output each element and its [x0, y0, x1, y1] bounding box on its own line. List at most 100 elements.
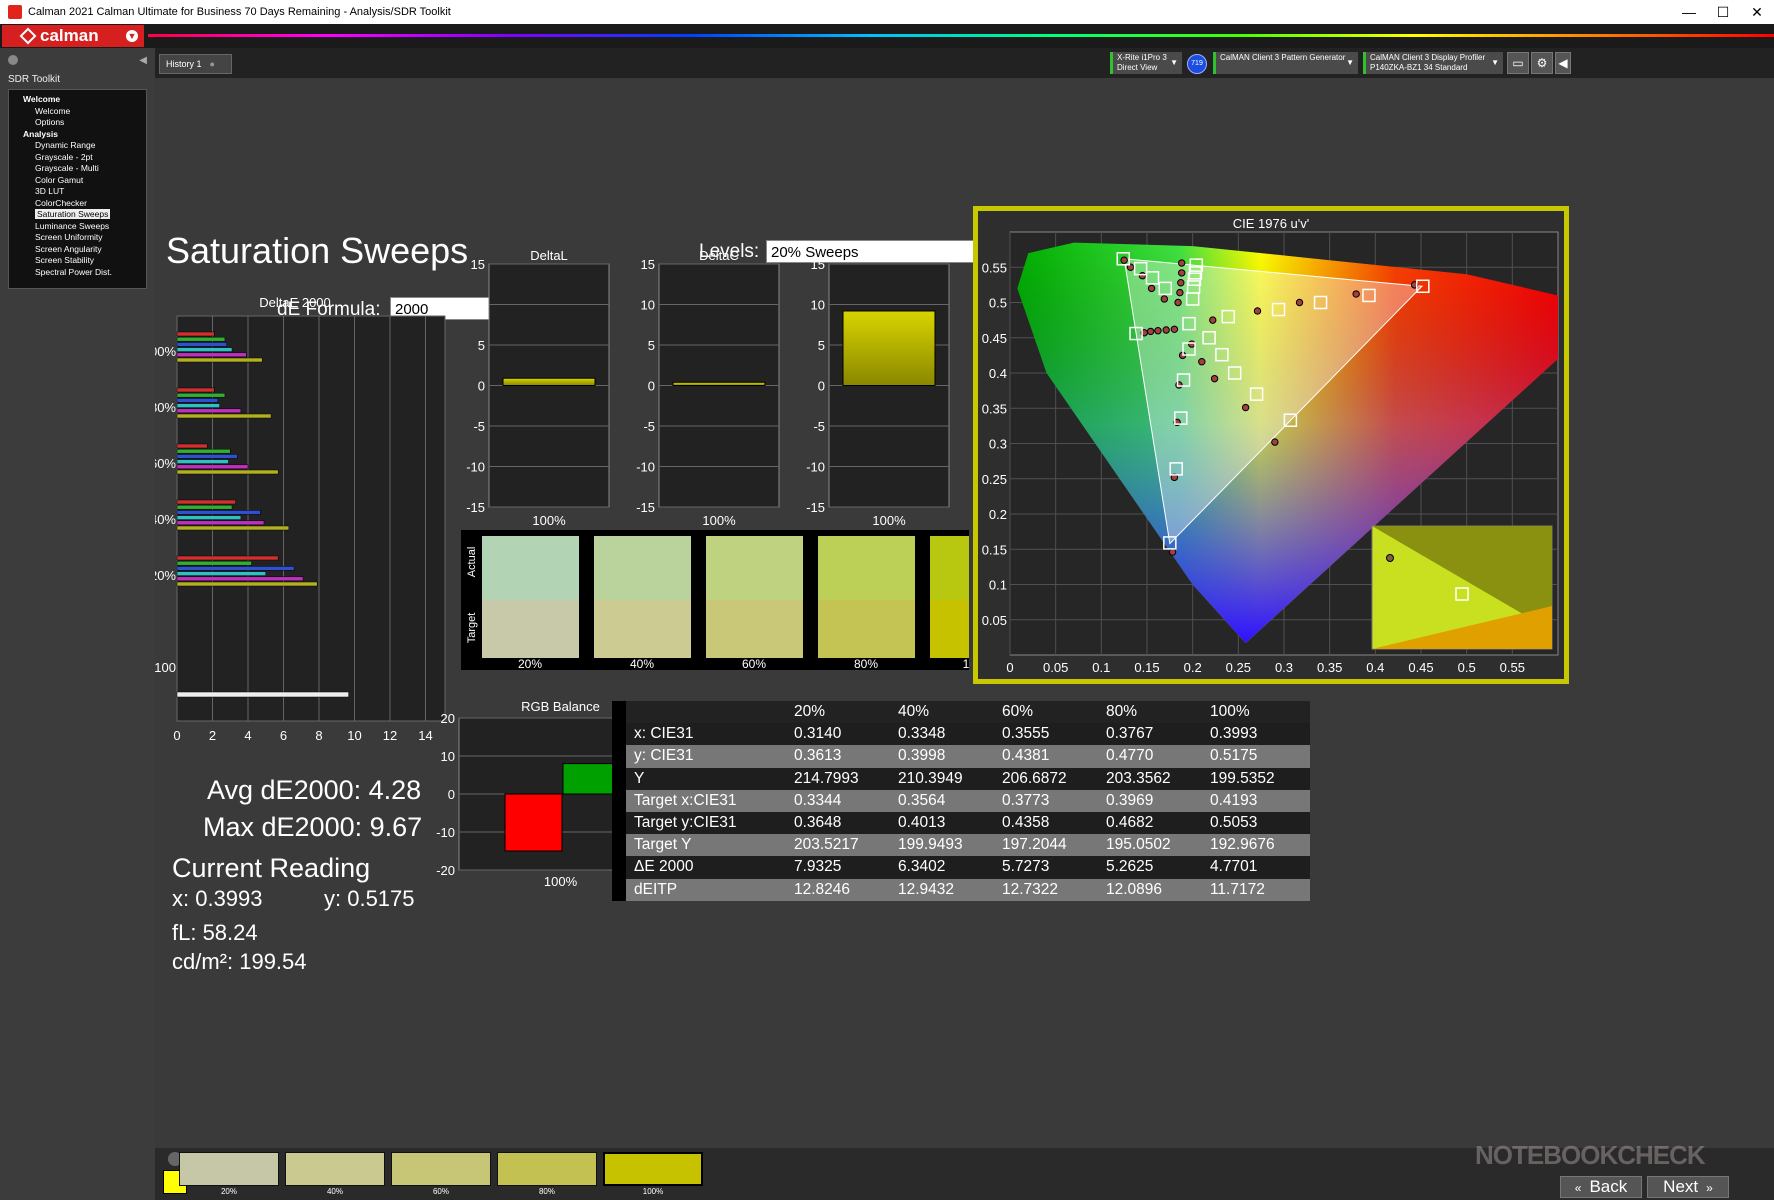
target-swatch — [818, 600, 915, 658]
chevron-down-icon[interactable]: ▼ — [1346, 58, 1354, 68]
swatch-label: 40% — [630, 657, 654, 670]
patch-swatch-label: 60% — [432, 1187, 449, 1196]
bar — [176, 403, 220, 408]
collapse-arrow-icon[interactable]: ◀ — [139, 55, 147, 66]
measured-point — [1160, 295, 1169, 303]
category-label: 100% — [544, 874, 578, 889]
back-button[interactable]: « Back — [1560, 1176, 1642, 1198]
tree-item[interactable]: Saturation Sweeps — [9, 209, 146, 221]
rainbow-strip — [148, 34, 1774, 37]
x-tick-label: 0.45 — [1408, 660, 1433, 675]
row-gutter — [612, 789, 626, 812]
measured-point — [1271, 438, 1279, 446]
measured-point — [1295, 298, 1304, 307]
tree-item[interactable]: Welcome — [9, 106, 146, 118]
history-tab[interactable]: History 1 ● — [159, 54, 232, 74]
calman-logo-icon — [19, 27, 37, 45]
table-cell: 203.5217 — [789, 834, 894, 857]
data-table: 20% 40% 60% 80% 100% x: CIE31 0.3140 0.3348 0.35… — [612, 701, 1310, 901]
table-cell: 199.9493 — [893, 834, 998, 857]
tree-item[interactable]: Color Gamut — [9, 175, 146, 187]
y-tick-label: -5 — [643, 419, 655, 434]
column-header: 80% — [1101, 701, 1206, 724]
minimize-button[interactable]: — — [1672, 4, 1706, 21]
chevron-down-icon[interactable]: ▼ — [126, 30, 138, 42]
bar — [176, 499, 236, 505]
tree-item-label: Screen Angularity — [35, 243, 102, 254]
tree-item[interactable]: Grayscale - 2pt — [9, 152, 146, 164]
tree-item[interactable]: Screen Uniformity — [9, 232, 146, 244]
swatch-label: 80% — [854, 657, 878, 670]
display-selector[interactable]: CalMAN Client 3 Display Profiler P140ZKA… — [1363, 52, 1503, 74]
current-cd: cd/m²: 199.54 — [172, 949, 307, 974]
measured-point — [1120, 256, 1128, 264]
column-header: 60% — [997, 701, 1102, 724]
measured-point — [1175, 381, 1183, 389]
calman-logo[interactable]: calman ▼ — [2, 25, 144, 47]
tree-section[interactable]: Welcome — [9, 94, 146, 106]
x-tick-label: 2 — [209, 728, 216, 743]
row-gutter — [612, 811, 626, 835]
y-tick-label: -10 — [806, 460, 825, 475]
maximize-button[interactable]: ☐ — [1706, 4, 1740, 21]
current-fl: fL: 58.24 — [172, 920, 258, 945]
tree-item[interactable]: ColorChecker — [9, 198, 146, 210]
pin-icon[interactable] — [8, 55, 18, 65]
row-label: dEITP — [626, 878, 790, 901]
y-tick-label: -20 — [436, 863, 455, 878]
y-tick-label: 0 — [478, 379, 485, 394]
deltah-chart: DeltaH 15 10 5 0 -5 -10 -15 100% — [806, 248, 950, 528]
category-label: 40% — [155, 512, 176, 527]
chevron-down-icon[interactable]: ▼ — [1491, 58, 1499, 68]
tree-item[interactable]: 3D LUT — [9, 186, 146, 198]
pattern-generator-selector[interactable]: CalMAN Client 3 Pattern Generator ▼ — [1213, 52, 1358, 74]
x-tick-label: 0.05 — [1043, 660, 1068, 675]
tree-item[interactable]: Screen Stability — [9, 255, 146, 267]
tree-item[interactable]: Grayscale - Multi — [9, 163, 146, 175]
add-tab-icon[interactable]: ● — [210, 59, 215, 69]
row-label: ΔE 2000 — [626, 856, 790, 879]
next-button[interactable]: Next » — [1647, 1176, 1729, 1198]
collapse-icon[interactable]: ◀ — [1555, 52, 1571, 74]
target-swatch — [706, 600, 803, 658]
tree-item[interactable]: Spectral Power Dist. — [9, 267, 146, 279]
tree-item-label: Dynamic Range — [35, 140, 96, 150]
display-icon[interactable]: ▭ — [1507, 52, 1529, 74]
category-label: 100% — [702, 513, 736, 528]
tree-item[interactable]: Luminance Sweeps — [9, 221, 146, 233]
current-x: x: 0.3993 — [172, 886, 263, 911]
patch-swatch[interactable] — [603, 1152, 703, 1186]
table-cell: 5.7273 — [997, 856, 1102, 879]
gear-icon[interactable]: ⚙ — [1531, 52, 1553, 74]
tree-item-label: Grayscale - Multi — [35, 163, 99, 173]
tree-item[interactable]: Options — [9, 117, 146, 129]
page-title: Saturation Sweeps — [166, 230, 469, 271]
patch-swatch[interactable] — [497, 1152, 597, 1186]
chevron-down-icon[interactable]: ▼ — [1170, 58, 1178, 68]
bar — [672, 381, 766, 386]
bar — [176, 571, 266, 576]
patch-swatch[interactable] — [179, 1152, 279, 1186]
target-swatch — [482, 600, 579, 658]
x-tick-label: 0.3 — [1275, 660, 1293, 675]
tree-item-label: Spectral Power Dist. — [35, 266, 112, 277]
tree-item[interactable]: Screen Angularity — [9, 244, 146, 256]
patch-swatch[interactable] — [285, 1152, 385, 1186]
delta-chart-title: DeltaC — [699, 248, 739, 263]
tree-item[interactable]: Dynamic Range — [9, 140, 146, 152]
patch-swatch[interactable] — [391, 1152, 491, 1186]
cie-chart: CIE 1976 u'v' 0 0.05 0.1 0.15 0.2 0.25 0.3 0.35 0… — [973, 206, 1569, 684]
tree-section[interactable]: Analysis — [9, 129, 146, 141]
measured-point — [1188, 340, 1196, 348]
current-y: y: 0.5175 — [324, 886, 415, 911]
y-tick-label: 5 — [818, 338, 825, 353]
meter-badge[interactable]: 719 — [1187, 54, 1207, 74]
row-gutter — [612, 767, 626, 790]
y-tick-label: 0.45 — [982, 331, 1007, 346]
meter-selector[interactable]: X-Rite i1Pro 3 Direct View ▼ — [1110, 52, 1182, 74]
close-button[interactable]: ✕ — [1740, 4, 1774, 21]
bar — [842, 310, 936, 386]
table-row: Y 214.7993 210.3949 206.6872 203.3562 199.535… — [612, 767, 1310, 790]
table-cell: 0.4193 — [1205, 789, 1310, 812]
current-reading-title: Current Reading — [172, 853, 371, 883]
